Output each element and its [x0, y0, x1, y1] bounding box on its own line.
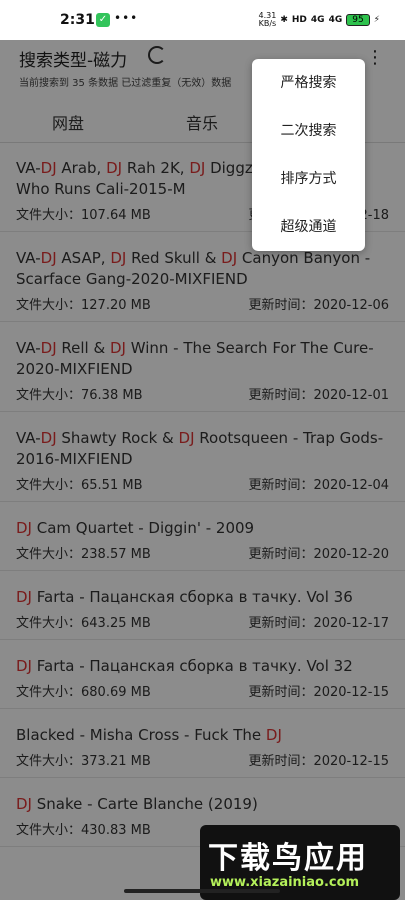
status-time: 2:31	[60, 12, 95, 28]
bluetooth-icon: ✱	[280, 15, 288, 25]
shield-icon: ✓	[96, 13, 110, 27]
menu-item-strict-search[interactable]: 严格搜索	[252, 59, 365, 107]
status-bar: 2:31 ✓ ••• 4.31 KB/s ✱ HD 4G 4G 95 ⚡	[0, 0, 405, 40]
battery-icon: 95	[346, 14, 370, 26]
menu-item-secondary-search[interactable]: 二次搜索	[252, 107, 365, 155]
signal-icon-1: 4G	[310, 15, 325, 25]
network-speed: 4.31 KB/s	[258, 11, 277, 28]
watermark-title: 下载鸟应用	[208, 841, 368, 876]
menu-item-super-channel[interactable]: 超级通道	[252, 203, 365, 251]
more-notifications-icon: •••	[114, 11, 139, 25]
signal-icon-2: 4G	[328, 15, 343, 25]
watermark-url: www.xiazainiao.com	[210, 875, 360, 890]
charging-icon: ⚡	[373, 15, 380, 25]
status-icons: 4.31 KB/s ✱ HD 4G 4G 95 ⚡	[259, 12, 380, 28]
home-indicator[interactable]	[124, 889, 280, 893]
dropdown-menu: 严格搜索 二次搜索 排序方式 超级通道	[252, 59, 365, 251]
hd-icon: HD	[291, 15, 307, 25]
menu-item-sort[interactable]: 排序方式	[252, 155, 365, 203]
